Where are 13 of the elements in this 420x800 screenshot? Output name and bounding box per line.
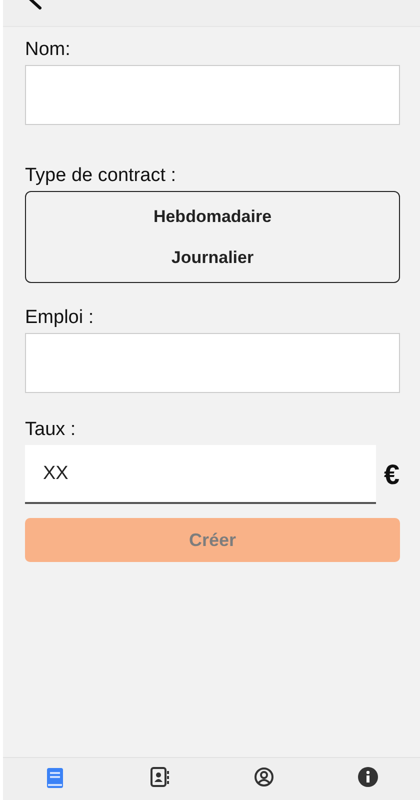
field-label: Emploi : [25,307,94,329]
field-label: Type de contract : [25,165,176,187]
field-label: Taux : [25,419,76,441]
book-icon [46,767,64,789]
info-icon [358,767,378,787]
input-field[interactable]: XX [25,445,376,504]
picker-option[interactable]: Hebdomadaire [145,204,280,228]
currency-symbol: € [384,458,400,490]
back-icon[interactable] [27,0,43,10]
picker-option[interactable]: Journalier [163,246,262,270]
user-icon [254,767,274,787]
contacts-icon [150,767,169,787]
field-label: Nom: [25,39,70,61]
